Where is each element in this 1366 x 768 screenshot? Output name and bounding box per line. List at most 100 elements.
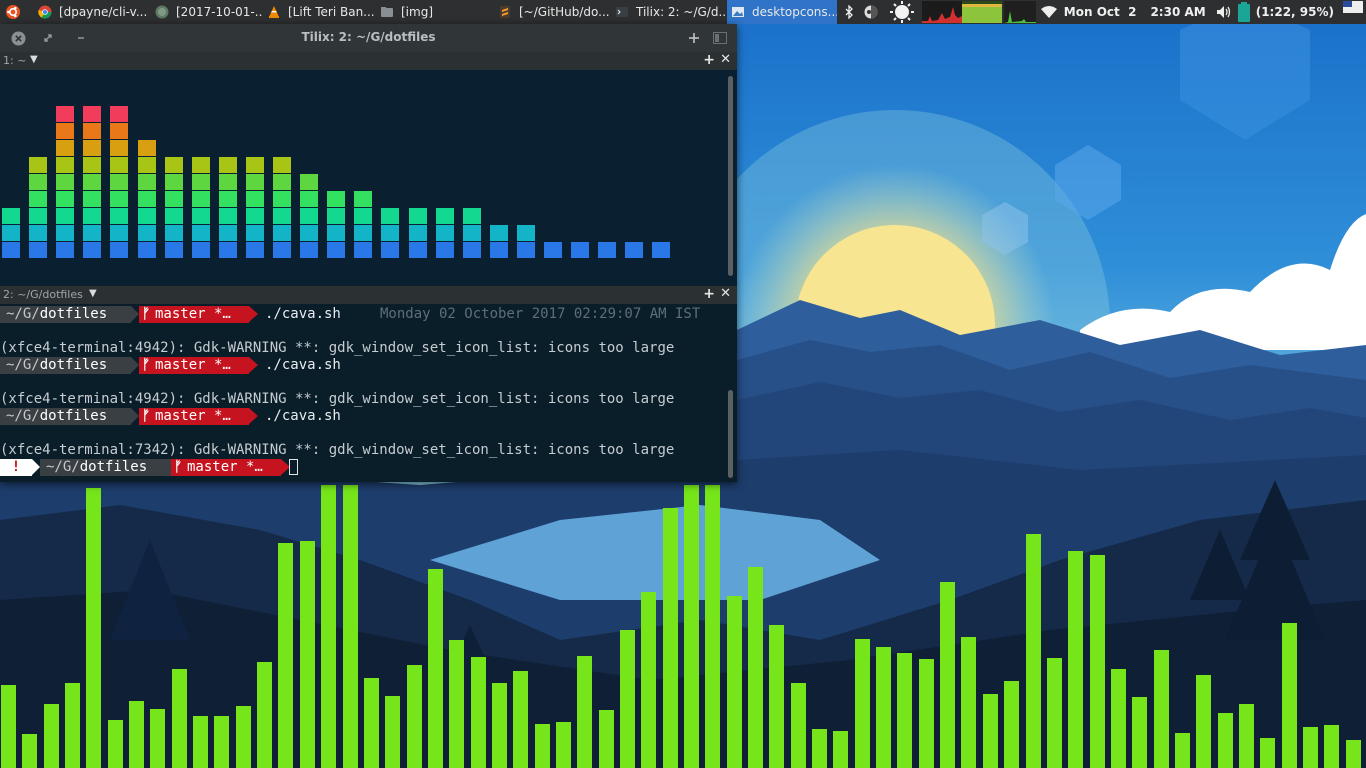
terminal-pane-2[interactable]: ~/G/dotfiles ᚠ master *… ./cava.sh Monday 02…	[0, 304, 737, 482]
taskbar-item-label: [2017-10-01-...	[176, 5, 263, 19]
memory-graph-icon	[961, 1, 1002, 23]
chevron-down-icon[interactable]: ▼	[30, 54, 38, 65]
terminal-cava-segment	[2, 208, 20, 224]
desktop-cava-bar	[1, 685, 16, 768]
desktop-cava-bar	[407, 665, 422, 768]
taskbar-item-label: [dpayne/cli-v...	[59, 5, 148, 19]
desktop-cava-bar	[897, 653, 912, 768]
desktop-cava-bar	[556, 722, 571, 768]
desktop-cava-bar	[86, 488, 101, 768]
terminal-cava-segment	[56, 123, 74, 139]
taskbar-item-files[interactable]: [img]	[376, 0, 494, 24]
desktop-cava-bar	[641, 592, 656, 768]
command-text: ./cava.sh	[265, 357, 341, 373]
bluetooth-indicator[interactable]	[838, 0, 860, 24]
tilix-window[interactable]: Tilix: 2: ~/G/dotfiles 1: ~ ▼ + ✕ 2: ~/G…	[0, 24, 737, 482]
sublime-icon	[500, 6, 510, 18]
desktop-cava-bar	[919, 659, 934, 768]
desktop-cava-bar	[65, 683, 80, 768]
app-globe-icon	[155, 5, 169, 19]
volume-indicator[interactable]	[1210, 0, 1238, 24]
pane-1-close-icon[interactable]: ✕	[720, 52, 731, 67]
desktop-cava-bar	[1047, 658, 1062, 768]
terminal-cava-segment	[192, 191, 210, 207]
terminal-cava-segment	[2, 225, 20, 241]
image-viewer-icon	[732, 7, 744, 17]
desktop-cava-bar	[513, 671, 528, 768]
terminal-pane-1[interactable]	[0, 70, 737, 286]
terminal-cava-segment	[490, 225, 508, 241]
battery-indicator[interactable]: (1:22, 95%)	[1237, 0, 1340, 24]
desktop-cava-bar	[172, 669, 187, 768]
terminal-cava-segment	[165, 225, 183, 241]
taskbar-item-tilix[interactable]: Tilix: 2: ~/G/d...	[611, 0, 727, 24]
wifi-indicator[interactable]	[1038, 0, 1060, 24]
desktop-cava-bar	[150, 709, 165, 768]
desktop-cava-bar	[300, 541, 315, 768]
terminal-cava-segment	[381, 225, 399, 241]
memory-graph[interactable]	[961, 0, 1004, 24]
terminal-cava-segment	[83, 106, 101, 122]
prompt-path: ~/G/dotfiles	[0, 357, 131, 374]
terminal-cava-visualizer	[0, 70, 737, 286]
taskbar-item-notes[interactable]: [2017-10-01-...	[151, 0, 263, 24]
command-text: ./cava.sh	[265, 408, 341, 424]
terminal-cava-segment	[327, 208, 345, 224]
pane-2-add-icon[interactable]: +	[703, 286, 715, 302]
folder-icon	[381, 7, 393, 17]
taskbar-item-image-viewer[interactable]: desktopcons...	[727, 0, 837, 24]
terminal-cava-segment	[29, 225, 47, 241]
desktop-cava-bar	[471, 657, 486, 768]
plus-icon	[689, 33, 699, 43]
desktop-cava-bar	[428, 569, 443, 768]
terminal-cava-segment	[83, 157, 101, 173]
clock[interactable]: Mon Oct 2 2:30 AM	[1060, 0, 1210, 24]
pane-1-scrollbar[interactable]	[728, 76, 733, 276]
pane-2-scrollbar[interactable]	[728, 390, 733, 478]
desktop-cava-bar	[278, 543, 293, 768]
terminal-cava-segment	[83, 191, 101, 207]
taskbar-item-vlc[interactable]: [Lift Teri Ban...	[263, 0, 376, 24]
terminal-cava-segment	[110, 106, 128, 122]
git-branch-icon: ᚠ	[141, 306, 151, 322]
desktop-cava-bar	[1218, 713, 1233, 768]
terminal-cava-segment	[192, 174, 210, 190]
prompt-line: ! ~/G/dotfiles ᚠ master *…	[0, 459, 730, 476]
terminal-cava-segment	[165, 208, 183, 224]
desktop-cava-bar	[1004, 681, 1019, 768]
ubuntu-menu-button[interactable]	[0, 0, 34, 24]
pane-2-close-icon[interactable]: ✕	[720, 286, 731, 301]
pane-2-header[interactable]: 2: ~/G/dotfiles ▼ + ✕	[0, 286, 737, 304]
keyboard-indicator[interactable]	[1340, 0, 1366, 25]
taskbar-item-sublime[interactable]: [~/GitHub/do...	[494, 0, 611, 24]
terminal-cava-segment	[2, 242, 20, 258]
git-branch-name: master *…	[155, 408, 231, 424]
desktop-cava-bar	[791, 683, 806, 768]
sidebar-button[interactable]	[711, 29, 729, 47]
add-terminal-button[interactable]	[686, 29, 702, 47]
chevron-down-icon[interactable]: ▼	[89, 288, 97, 299]
terminal-cava-segment	[409, 225, 427, 241]
terminal-cava-segment	[300, 242, 318, 258]
desktop-cava-bar	[22, 734, 37, 768]
terminal-cava-segment	[246, 157, 264, 173]
taskbar-item-chrome[interactable]: [dpayne/cli-v...	[34, 0, 151, 24]
cpu-graph[interactable]	[921, 0, 962, 24]
pane-1-add-icon[interactable]: +	[703, 52, 715, 68]
terminal-cava-segment	[138, 140, 156, 156]
prompt-git-branch: ᚠ master *…	[139, 357, 249, 374]
prompt-path-dir: dotfiles	[79, 459, 148, 475]
desktop-cava-bar	[236, 706, 251, 768]
terminal-cava-segment	[354, 191, 372, 207]
window-titlebar[interactable]: Tilix: 2: ~/G/dotfiles	[0, 24, 737, 52]
bluetooth-icon	[845, 5, 853, 19]
warning-line: (xfce4-terminal:4942): Gdk-WARNING **: g…	[0, 391, 675, 407]
prompt-git-branch: ᚠ master *…	[171, 459, 281, 476]
pane-1-header[interactable]: 1: ~ ▼ + ✕	[0, 52, 737, 70]
brightness-indicator[interactable]	[882, 0, 922, 24]
desktop-cava-bar	[492, 683, 507, 768]
terminal-cava-segment	[138, 242, 156, 258]
network-graph[interactable]	[1003, 0, 1038, 24]
terminal-cava-segment	[327, 191, 345, 207]
weather-indicator[interactable]	[860, 0, 882, 24]
